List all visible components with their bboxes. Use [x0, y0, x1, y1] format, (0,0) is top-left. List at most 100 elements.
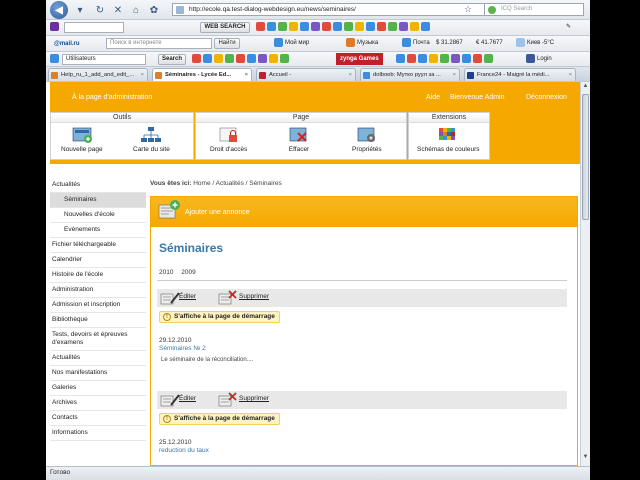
tool-label: Effacer [288, 146, 310, 153]
tab-help[interactable]: Help_ru_1_add_and_edit_... × [48, 68, 148, 81]
stop-icon[interactable]: ✕ [110, 2, 126, 18]
address-bar[interactable]: http://ecole.qa.test-dialog-webdesign.eu… [172, 3, 498, 16]
weather-widget[interactable]: Киев -5°C [516, 37, 554, 49]
year-link[interactable]: 2010 [159, 269, 173, 276]
sidebar-item-galeries[interactable]: Galeries [50, 381, 146, 396]
tab-accueil[interactable]: Accueil - × [256, 68, 356, 81]
mailru-search-input[interactable]: Поиск в интернете [106, 38, 212, 49]
access-rights-icon [219, 127, 237, 142]
toolbar3-icons[interactable] [192, 53, 291, 65]
sidebar-item-manifestations[interactable]: Nos manifestations [50, 366, 146, 381]
properties-icon [357, 127, 375, 142]
close-icon[interactable]: × [141, 69, 144, 81]
tab-bar: Help_ru_1_add_and_edit_... × Séminaires -… [46, 67, 590, 82]
usd-rate[interactable]: $ 31.2867 [436, 37, 463, 49]
sidebar-item-archives[interactable]: Archives [50, 396, 146, 411]
page-content: À la page d'administration Aide Bienvenu… [46, 82, 590, 466]
usd-value: 31.2867 [441, 40, 463, 46]
web-search-button[interactable]: WEB SEARCH [200, 22, 250, 33]
toolbar3-icons-right[interactable] [396, 53, 495, 65]
color-schemes-button[interactable]: Schémas de couleurs [417, 126, 480, 153]
sidebar-item-evenements[interactable]: Evénements [50, 223, 146, 238]
tab-seminaires[interactable]: Séminaires - Lycée Ed... × [152, 68, 252, 81]
sidebar-item-fichier[interactable]: Fichier téléchargeable [50, 238, 146, 253]
sidebar-item-actualites-2[interactable]: Actualités [50, 351, 146, 366]
zynga-games-button[interactable]: zynga Games [336, 53, 383, 65]
access-rights-button[interactable]: Droit d'accès [210, 126, 247, 153]
add-announcement-bar[interactable]: Ajouter une annonce [151, 197, 577, 227]
logout-link[interactable]: Déconnexion [526, 94, 567, 101]
panel-page: Page Droit d'accès Effacer Propriétés [195, 112, 407, 160]
forward-icon[interactable]: ▾ [72, 2, 88, 18]
scroll-thumb[interactable] [582, 94, 589, 220]
edit-button[interactable]: Éditer [179, 395, 196, 402]
sidebar-item-nouvelles[interactable]: Nouvelles d'école [50, 208, 146, 223]
sidebar-item-histoire[interactable]: Histoire de l'école [50, 268, 146, 283]
sidebar-item-seminaires[interactable]: Séminaires [50, 193, 146, 208]
toolbar3-icon[interactable] [50, 53, 61, 65]
delete-button[interactable]: Supprimer [239, 395, 269, 402]
divider [157, 280, 567, 281]
sidebar-item-admission[interactable]: Admission et inscription [50, 298, 146, 313]
find-button[interactable]: Найти [214, 38, 240, 49]
reload-icon[interactable]: ↻ [92, 2, 108, 18]
toolbar1-icons[interactable] [256, 21, 432, 33]
post-title-link[interactable]: reduction du taux [159, 447, 209, 454]
users-dropdown[interactable]: Utilisateurs [62, 54, 146, 65]
scroll-up-icon[interactable]: ▲ [582, 83, 589, 89]
sidebar-item-bibliotheque[interactable]: Bibliothèque [50, 313, 146, 328]
sidebar-item-tests[interactable]: Tests, devoirs et épreuves d'examens [50, 328, 146, 351]
icq-icon[interactable]: ✿ [146, 2, 162, 18]
admin-header: À la page d'administration Aide Bienvenu… [50, 82, 584, 164]
close-icon[interactable]: × [453, 69, 456, 81]
mailru-search-placeholder: Поиск в интернете [110, 40, 162, 46]
sidebar-item-calendrier[interactable]: Calendrier [50, 253, 146, 268]
home-icon[interactable]: ⌂ [128, 2, 144, 18]
tab-label: France24 - Maigré la médi... [477, 72, 550, 78]
page-scrollbar[interactable]: ▲ ▼ [580, 82, 590, 466]
toolbar-search-input[interactable] [64, 22, 124, 33]
tab-france24[interactable]: France24 - Maigré la médi... × [464, 68, 576, 81]
icq-search-field[interactable]: ICQ Search [484, 3, 584, 16]
scroll-down-icon[interactable]: ▼ [582, 454, 589, 460]
sidebar-item-informations[interactable]: Informations [50, 426, 146, 441]
new-page-button[interactable]: Nouvelle page [61, 126, 103, 153]
tool-label: Propriétés [352, 146, 382, 153]
post-title-link[interactable]: Séminaires № 2 [159, 345, 206, 352]
tab-dolboeb[interactable]: dolboeb: Мутко руул за ... × [360, 68, 460, 81]
close-icon[interactable]: × [349, 69, 352, 81]
delete-icon [218, 290, 237, 305]
delete-button[interactable]: Supprimer [239, 293, 269, 300]
year-link[interactable]: 2009 [181, 269, 195, 276]
sidebar-item-administration[interactable]: Administration [50, 283, 146, 298]
sitemap-button[interactable]: Carte du site [133, 126, 170, 153]
eur-rate[interactable]: € 41.7677 [476, 37, 503, 49]
sidebar-item-contacts[interactable]: Contacts [50, 411, 146, 426]
close-icon[interactable]: × [569, 69, 572, 81]
breadcrumb-path[interactable]: Home / Actualités / Séminaires [193, 180, 282, 187]
delete-page-button[interactable]: Effacer [288, 126, 310, 153]
music-link[interactable]: Музыка [346, 37, 378, 49]
moi-mir-link[interactable]: Мой мир [274, 37, 309, 49]
mail-link[interactable]: Почта [402, 37, 430, 49]
pencil-icon[interactable]: ✎ [566, 21, 571, 33]
facebook-login[interactable]: Login [526, 53, 552, 65]
sidebar-item-actualites[interactable]: Actualités [50, 178, 146, 193]
panel-extensions: Extensions Schémas de couleurs [408, 112, 490, 160]
startpage-notice: ! S'affiche à la page de démarrage [159, 413, 280, 425]
close-icon[interactable]: × [245, 69, 248, 81]
admin-page-link[interactable]: À la page d'administration [72, 94, 152, 101]
edit-button[interactable]: Éditer [179, 293, 196, 300]
tab-label: Help_ru_1_add_and_edit_... [61, 72, 135, 78]
back-button[interactable]: ◀ [50, 1, 68, 19]
toolbar-users: Utilisateurs Search zynga Games Login [46, 52, 590, 67]
properties-button[interactable]: Propriétés [352, 126, 382, 153]
breadcrumb-prefix: Vous êtes ici: [150, 180, 192, 187]
mailru-logo[interactable]: @mail.ru [54, 38, 80, 50]
welcome-link[interactable]: Bienvenue Admin [450, 94, 504, 101]
yahoo-icon[interactable] [50, 21, 61, 33]
panel-outils: Outils Nouvelle page Carte du site [50, 112, 194, 160]
search-button[interactable]: Search [158, 54, 186, 65]
help-link[interactable]: Aide [426, 94, 440, 101]
bookmark-star-icon[interactable]: ☆ [460, 1, 476, 17]
